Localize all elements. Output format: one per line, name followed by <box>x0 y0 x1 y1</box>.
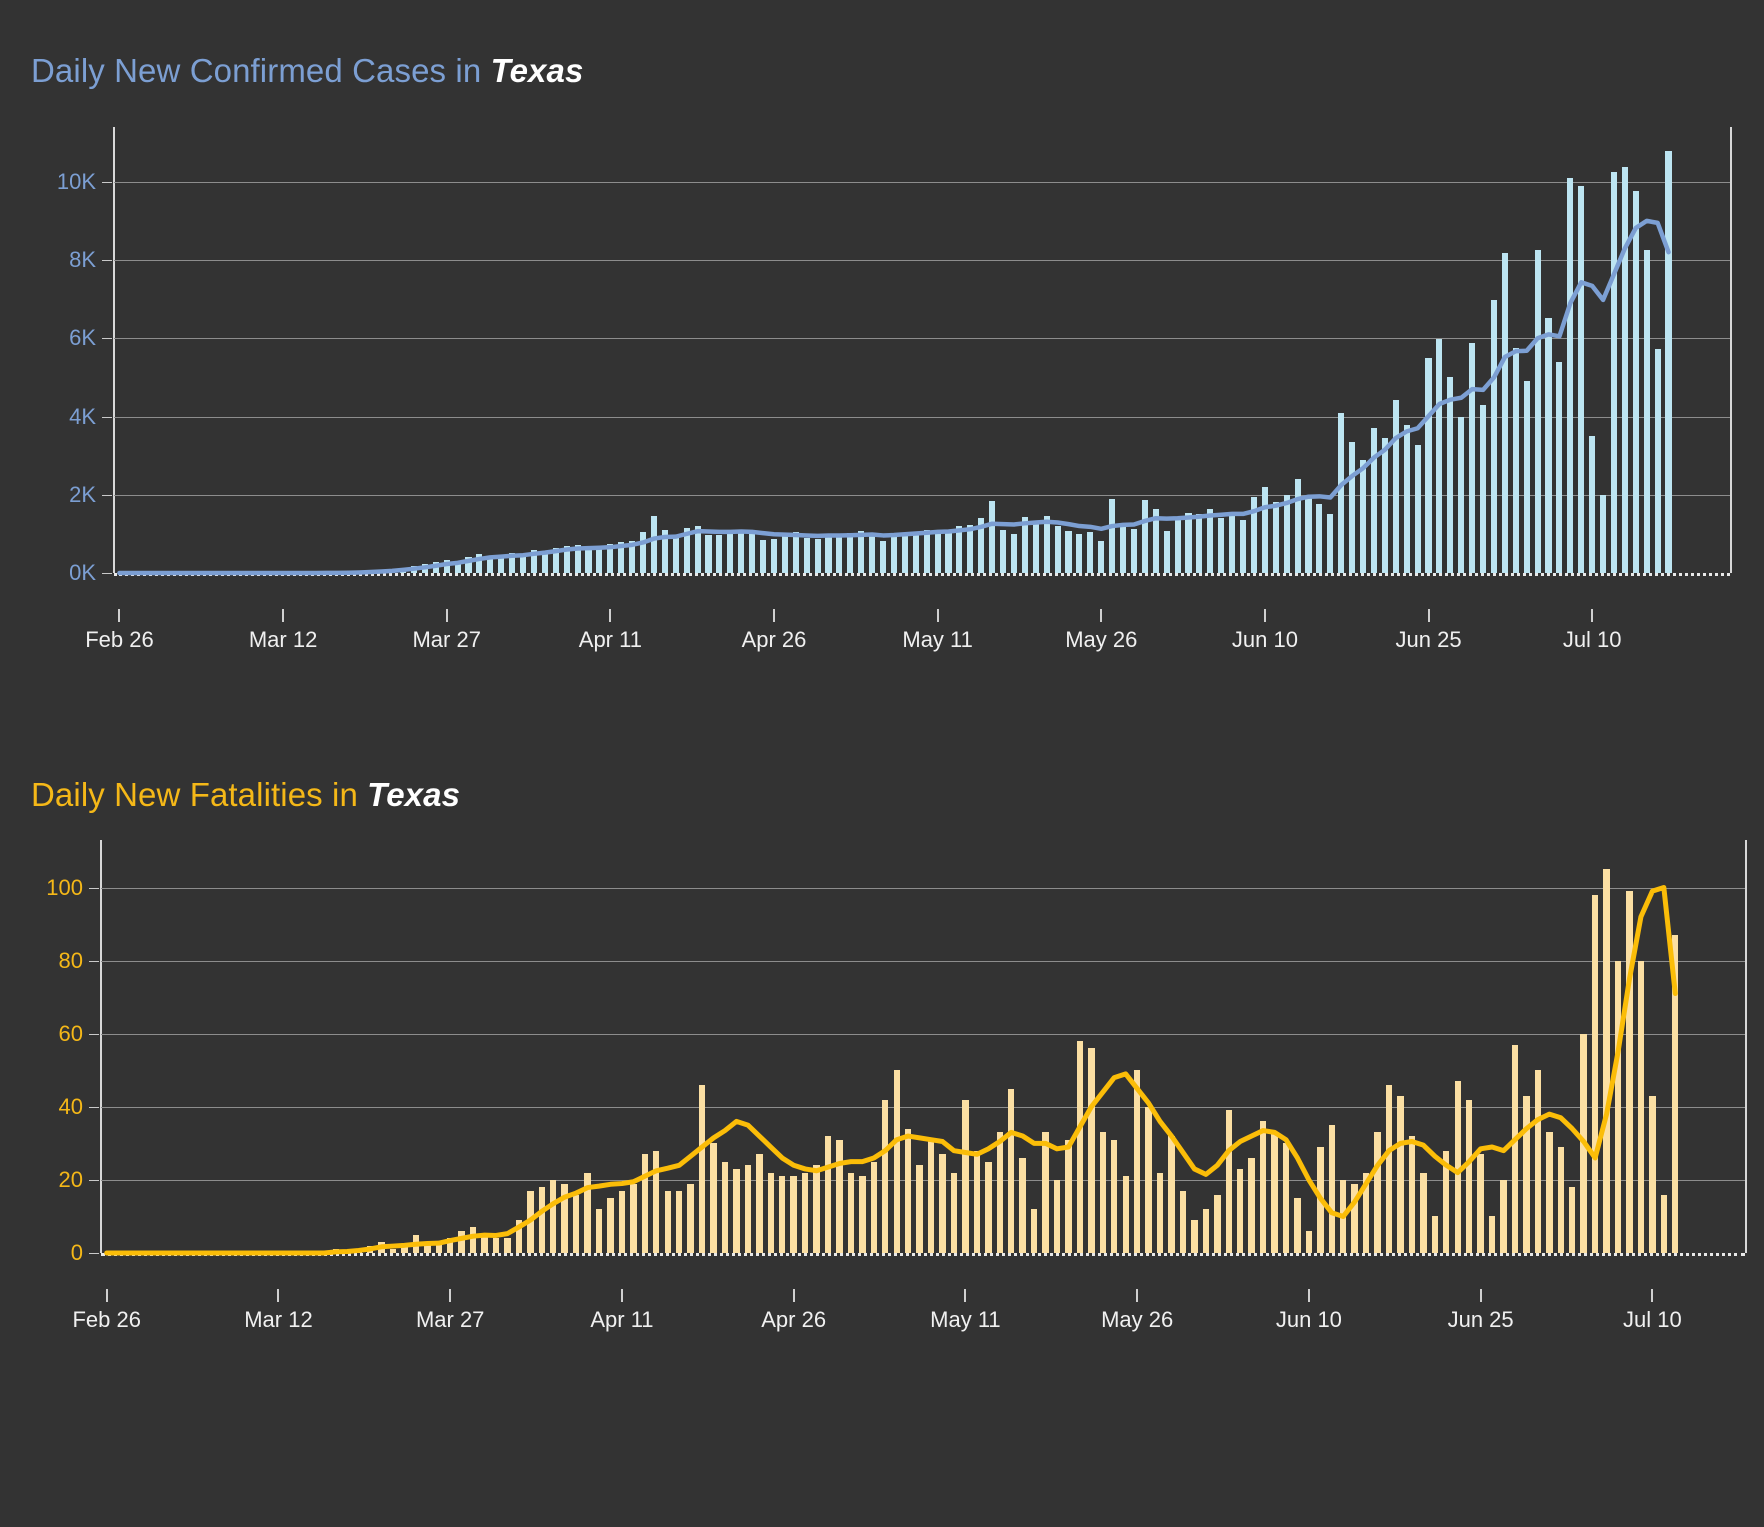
x-tick-mark <box>445 609 448 622</box>
x-tick-label: Jun 10 <box>1275 1307 1342 1332</box>
x-tick-mark <box>277 1289 280 1302</box>
x-tick-mark <box>1427 609 1430 622</box>
x-tick-mark <box>609 609 612 622</box>
x-tick-mark <box>1136 1289 1139 1302</box>
trend-line <box>117 218 1671 576</box>
x-tick-label: May 11 <box>902 627 973 652</box>
x-tick-label: Mar 12 <box>244 1307 313 1332</box>
y-tick-label: 10K <box>56 168 96 194</box>
y-tick-label: 40 <box>58 1093 83 1119</box>
y-tick-label: 6K <box>69 325 96 351</box>
y-tick-mark <box>89 960 99 962</box>
x-tick-label: Apr 26 <box>761 1307 827 1332</box>
y-tick-mark <box>102 181 112 183</box>
y-tick-mark <box>102 338 112 340</box>
x-tick-label: May 11 <box>930 1307 1001 1332</box>
x-tick-mark <box>118 609 121 622</box>
cases-title-state: Texas <box>490 52 584 89</box>
x-tick-label: May 26 <box>1065 627 1138 652</box>
y-tick-mark <box>89 887 99 889</box>
x-tick-label: Jun 10 <box>1231 627 1298 652</box>
y-tick-mark <box>89 1179 99 1181</box>
x-tick-label: Jun 25 <box>1447 1307 1514 1332</box>
trend-line-series <box>104 885 1678 1256</box>
right-axis-line <box>1745 840 1747 1253</box>
y-tick-label: 100 <box>46 874 83 900</box>
x-tick-mark <box>1651 1289 1654 1302</box>
cases-chart-title: Daily New Confirmed Cases in Texas <box>31 52 583 90</box>
y-tick-mark <box>102 573 112 574</box>
y-tick-label: 80 <box>58 947 83 973</box>
x-tick-mark <box>1100 609 1103 622</box>
x-tick-label: Mar 27 <box>412 627 481 652</box>
x-tick-label: Jun 25 <box>1395 627 1462 652</box>
x-tick-mark <box>773 609 775 622</box>
x-axis: Feb 26 Mar 12 Mar 27 Apr 11 Apr 26 May 11 May … <box>85 609 1730 659</box>
x-tick-label: Apr 11 <box>578 627 642 652</box>
x-axis: Feb 26 Mar 12 Mar 27 Apr 11 Apr 26 May 11 May … <box>72 1289 1745 1339</box>
x-tick-label: Feb 26 <box>85 627 154 652</box>
x-tick-label: May 26 <box>1101 1307 1174 1332</box>
y-tick-label: 8K <box>69 247 96 273</box>
x-tick-label: Jul 10 <box>1623 1307 1682 1332</box>
x-tick-mark <box>449 1289 452 1302</box>
y-tick-mark <box>102 494 112 496</box>
x-tick-mark <box>620 1289 623 1302</box>
x-tick-mark <box>105 1289 108 1302</box>
y-tick-mark <box>89 1253 99 1254</box>
y-tick-label: 60 <box>58 1020 83 1046</box>
right-axis-line <box>1730 127 1732 573</box>
y-tick-label: 0K <box>69 560 96 585</box>
y-tick-label: 20 <box>58 1166 83 1192</box>
x-tick-mark <box>1307 1289 1310 1302</box>
y-tick-label: 2K <box>69 481 96 507</box>
fatalities-chart-title: Daily New Fatalities in Texas <box>31 776 460 814</box>
fatalities-plot-area: 0 20 40 60 80 100 Feb 26 Mar 12 Mar 27 Apr 11 Apr … <box>46 840 1747 1332</box>
x-tick-mark <box>282 609 285 622</box>
x-tick-label: Apr 11 <box>590 1307 654 1332</box>
y-tick-mark <box>89 1033 99 1035</box>
x-tick-mark <box>936 609 939 622</box>
x-tick-label: Mar 27 <box>415 1307 485 1332</box>
y-tick-mark <box>89 1106 99 1108</box>
y-tick-label: 0 <box>70 1240 83 1265</box>
y-tick-mark <box>102 260 112 262</box>
y-tick-label: 4K <box>69 403 96 429</box>
x-tick-mark <box>1263 609 1266 622</box>
x-tick-mark <box>964 1289 967 1302</box>
x-tick-label: Feb 26 <box>72 1307 141 1332</box>
trend-line-series <box>117 218 1671 576</box>
x-tick-label: Mar 12 <box>248 627 318 652</box>
x-tick-mark <box>792 1289 795 1302</box>
fatalities-title-text: Daily New Fatalities in <box>31 776 368 813</box>
cases-title-text: Daily New Confirmed Cases in <box>31 52 491 89</box>
cases-plot-area: 0K 2K 4K 6K 8K 10K Feb 26 Mar 12 Mar 27 Apr 11 Apr… <box>57 127 1732 652</box>
x-tick-mark <box>1591 609 1594 622</box>
x-tick-mark <box>1479 1289 1482 1302</box>
x-tick-label: Apr 26 <box>741 627 807 652</box>
fatalities-title-state: Texas <box>367 776 461 813</box>
y-tick-mark <box>102 416 112 418</box>
x-tick-label: Jul 10 <box>1562 627 1622 652</box>
trend-line <box>104 885 1678 1256</box>
